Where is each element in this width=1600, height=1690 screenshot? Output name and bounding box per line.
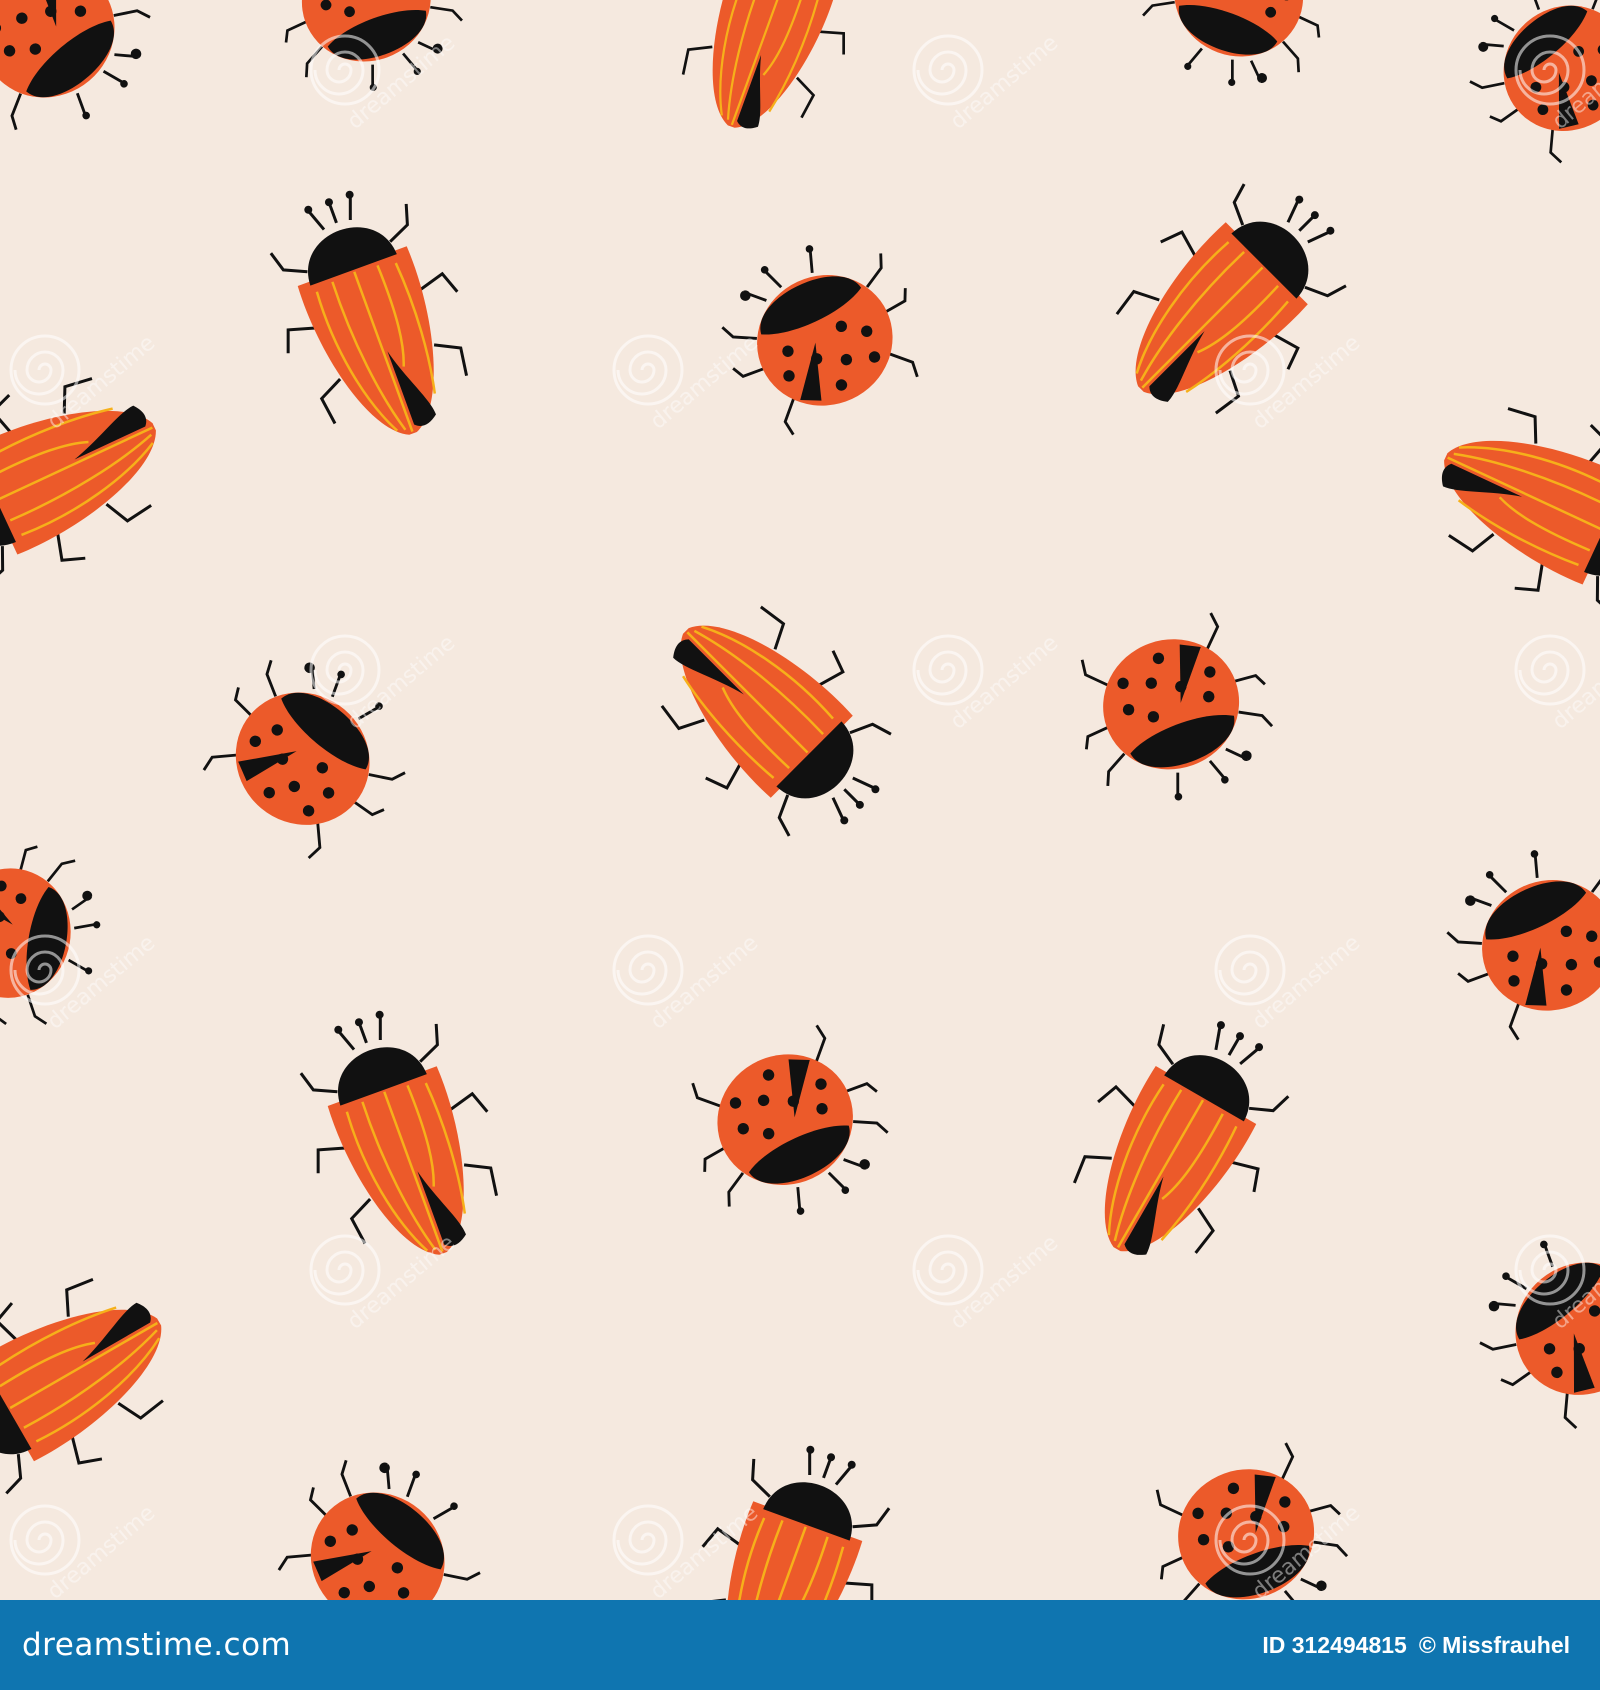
ladybug-icon — [1122, 0, 1349, 110]
watermark-layer: dreamstime dreamstimedreamstime dreamstime… — [9, 31, 1600, 1600]
striped-beetle-icon — [0, 1242, 206, 1527]
image-author: © Missfrauhel — [1418, 1631, 1570, 1658]
ladybug-icon — [1055, 602, 1294, 826]
stock-image-canvas: dreamstime dreamstime dreamstime dreamstime… — [0, 0, 1600, 1690]
striped-beetle-icon — [1075, 147, 1383, 455]
striped-beetle-icon — [271, 986, 530, 1286]
striped-beetle-icon — [620, 565, 928, 873]
ladybug-icon — [697, 214, 943, 448]
image-id: ID 312494815 — [1262, 1631, 1407, 1658]
ladybug-icon — [1422, 819, 1600, 1053]
ladybug-icon — [257, 1424, 512, 1600]
dreamstime-brand-label[interactable]: dreamstime.com — [22, 1627, 291, 1663]
beetle-pattern: dreamstime dreamstime dreamstime dreamstime… — [0, 0, 1600, 1600]
striped-beetle-icon — [1037, 986, 1322, 1296]
striped-beetle-icon — [1406, 373, 1600, 646]
pattern-svg: dreamstime dreamstimedreamstime dreamstime… — [0, 0, 1600, 1600]
ladybug-icon — [667, 1012, 913, 1246]
bugs-layer — [0, 0, 1600, 1600]
ladybug-icon — [182, 624, 437, 877]
striped-beetle-icon — [653, 0, 886, 156]
stock-footer-bar: dreamstime.com ID 312494815 © Missfrauhe… — [0, 1600, 1600, 1690]
ladybug-icon — [0, 0, 182, 166]
image-credit: ID 312494815 © Missfrauhel — [1262, 1632, 1570, 1659]
striped-beetle-icon — [660, 1421, 919, 1600]
striped-beetle-icon — [241, 166, 500, 466]
